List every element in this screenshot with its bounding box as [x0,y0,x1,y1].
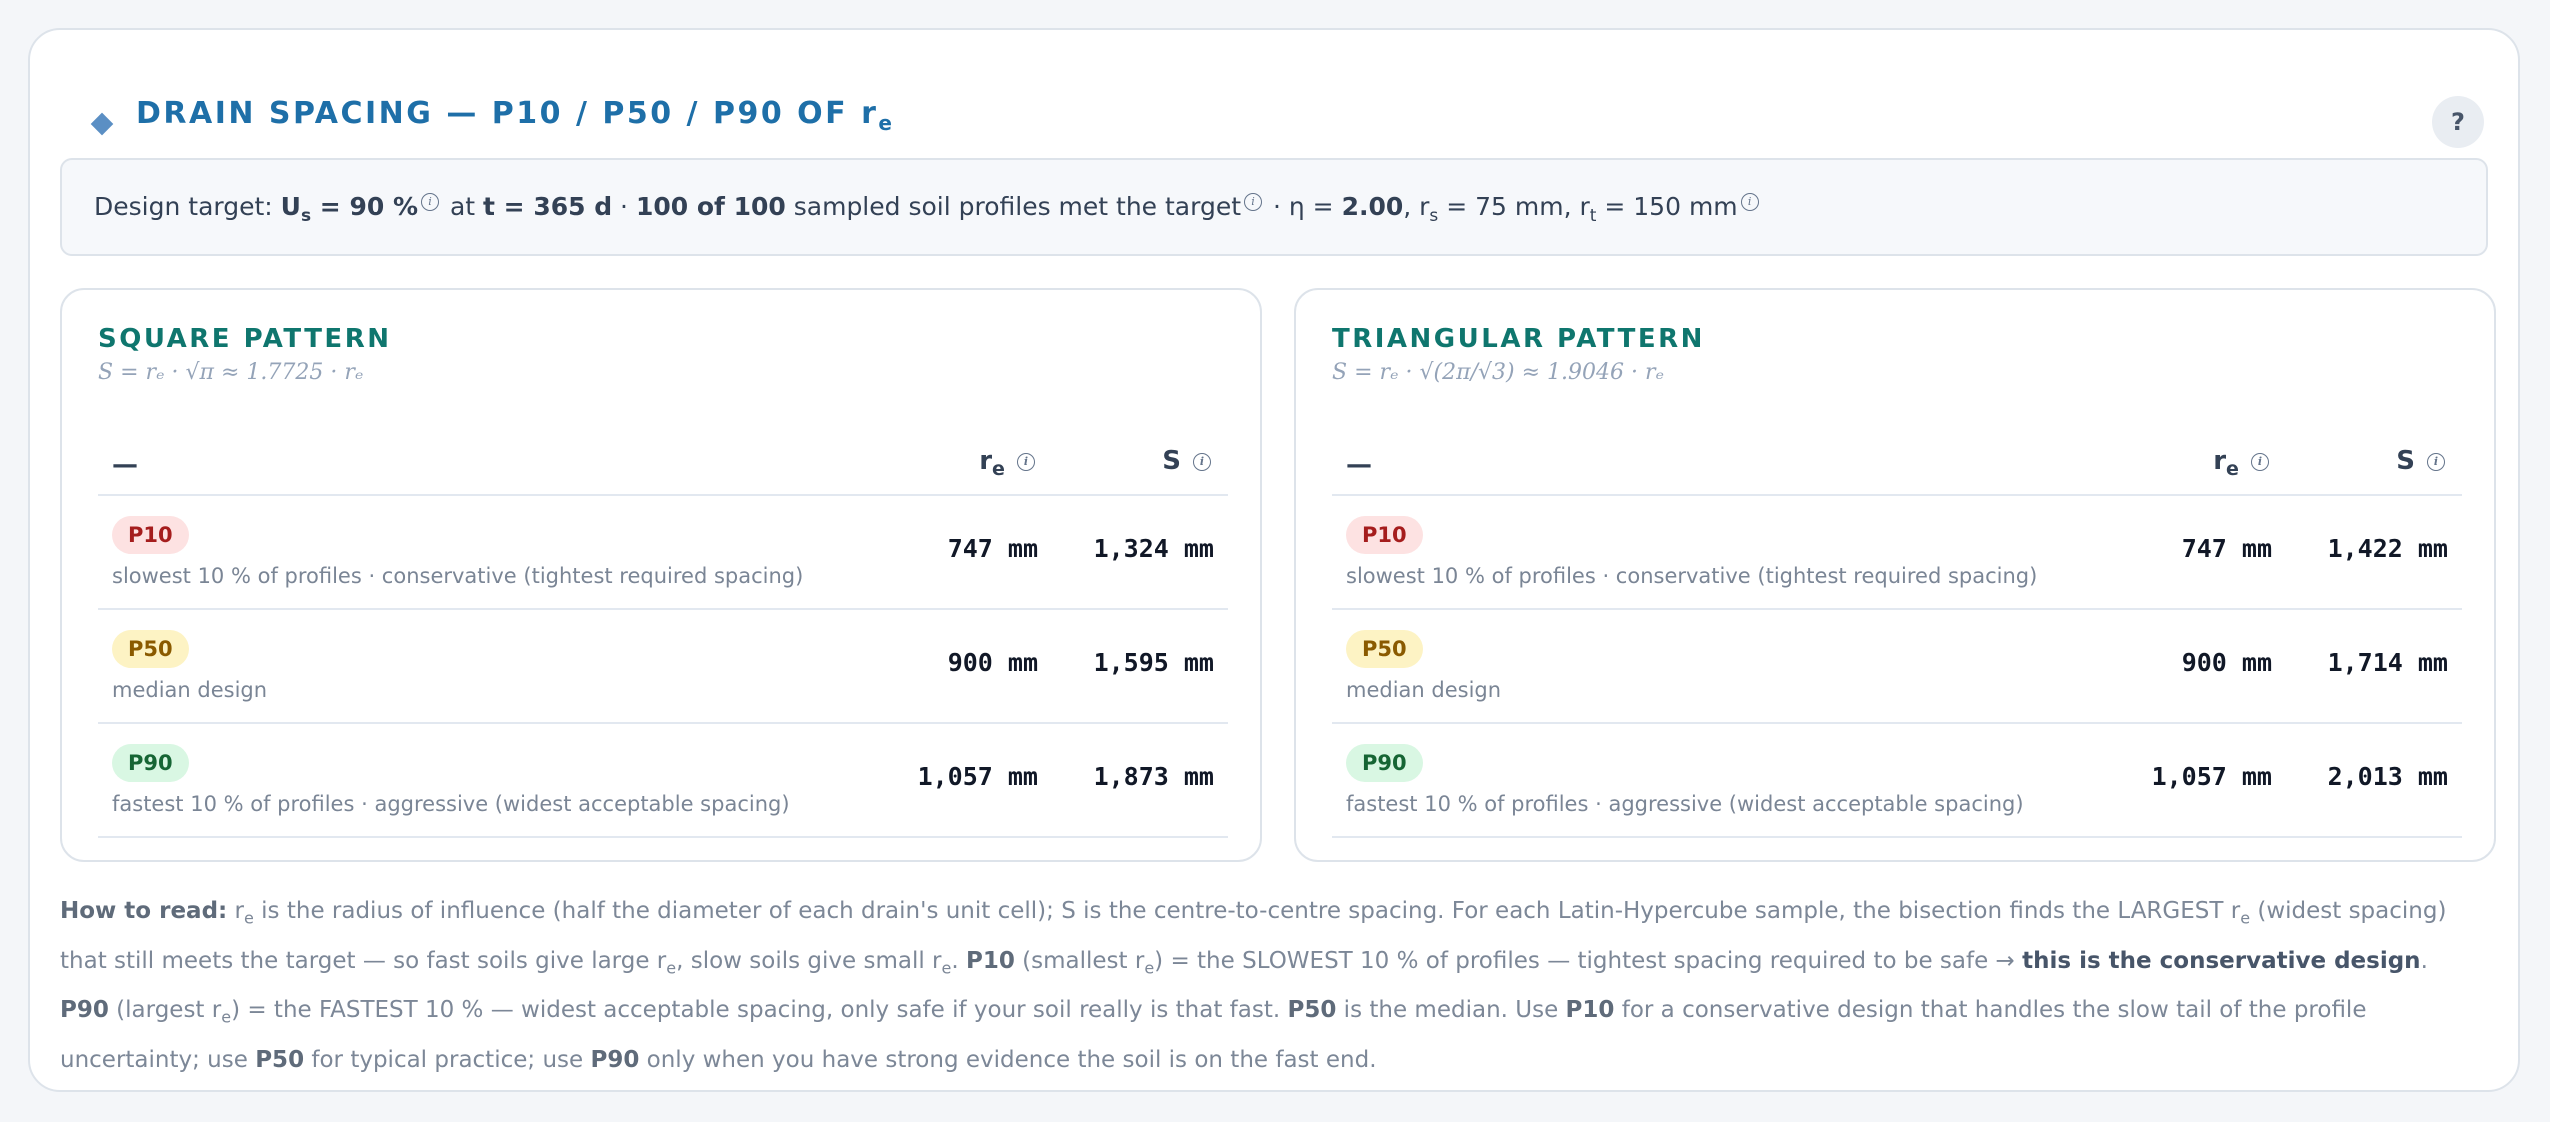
s-value: 1,324 mm [1093,534,1214,563]
panel-title: TRIANGULAR PATTERN [1332,324,1705,354]
row-description: median design [112,678,268,702]
s-value: 1,714 mm [2327,648,2448,677]
col-header-re: re i [979,446,1038,480]
panel-title: SQUARE PATTERN [98,324,392,354]
how-to-read-note: How to read: re is the radius of influen… [60,898,2447,1073]
row-description: fastest 10 % of profiles · aggressive (w… [1346,792,2024,816]
info-icon[interactable]: i [421,193,439,211]
panel-formula: S = rₑ · √π ≈ 1.7725 · rₑ [98,360,364,385]
table-row: P10 slowest 10 % of profiles · conservat… [98,496,1228,610]
col-header-label: — [112,450,138,480]
info-icon[interactable]: i [2251,453,2269,471]
p50-badge: P50 [1346,630,1423,668]
re-value: 747 mm [2181,534,2272,563]
re-value: 747 mm [947,534,1038,563]
table-row: P50 median design 900 mm 1,714 mm [1332,610,2462,724]
table-header: — re i S i [98,432,1228,496]
re-value: 900 mm [947,648,1038,677]
s-value: 1,595 mm [1093,648,1214,677]
help-button[interactable]: ? [2432,96,2484,148]
p10-badge: P10 [1346,516,1423,554]
card-title: DRAIN SPACING — P10 / P50 / P90 OF re [136,96,895,135]
info-icon[interactable]: i [1740,193,1759,211]
panel-formula: S = rₑ · √(2π/√3) ≈ 1.9046 · rₑ [1332,360,1664,385]
row-description: fastest 10 % of profiles · aggressive (w… [112,792,790,816]
info-icon[interactable]: i [1017,453,1035,471]
p90-badge: P90 [1346,744,1423,782]
re-value: 1,057 mm [917,762,1038,791]
triangular-pattern-panel: TRIANGULAR PATTERN S = rₑ · √(2π/√3) ≈ 1… [1294,288,2496,862]
s-value: 1,422 mm [2327,534,2448,563]
diamond-icon [90,112,114,136]
table-row: P90 fastest 10 % of profiles · aggressiv… [98,724,1228,838]
info-icon[interactable]: i [2427,453,2445,471]
card-header: DRAIN SPACING — P10 / P50 / P90 OF re ? [64,70,2484,170]
col-header-label: — [1346,450,1372,480]
col-header-s: S i [2396,446,2448,476]
s-value: 1,873 mm [1093,762,1214,791]
p10-badge: P10 [112,516,189,554]
table-header: — re i S i [1332,432,2462,496]
s-value: 2,013 mm [2327,762,2448,791]
table-row: P90 fastest 10 % of profiles · aggressiv… [1332,724,2462,838]
info-icon[interactable]: i [1244,193,1263,211]
re-value: 900 mm [2181,648,2272,677]
info-icon[interactable]: i [1193,453,1211,471]
table-row: P10 slowest 10 % of profiles · conservat… [1332,496,2462,610]
square-pattern-panel: SQUARE PATTERN S = rₑ · √π ≈ 1.7725 · rₑ… [60,288,1262,862]
p90-badge: P90 [112,744,189,782]
design-target-banner: Design target: Us = 90 % i at t = 365 d ·… [60,158,2488,256]
col-header-re: re i [2213,446,2272,480]
row-description: median design [1346,678,1502,702]
row-description: slowest 10 % of profiles · conservative … [1346,564,2038,588]
p50-badge: P50 [112,630,189,668]
row-description: slowest 10 % of profiles · conservative … [112,564,804,588]
col-header-s: S i [1162,446,1214,476]
re-value: 1,057 mm [2151,762,2272,791]
table-row: P50 median design 900 mm 1,595 mm [98,610,1228,724]
drain-spacing-card: DRAIN SPACING — P10 / P50 / P90 OF re ? … [28,28,2520,1092]
